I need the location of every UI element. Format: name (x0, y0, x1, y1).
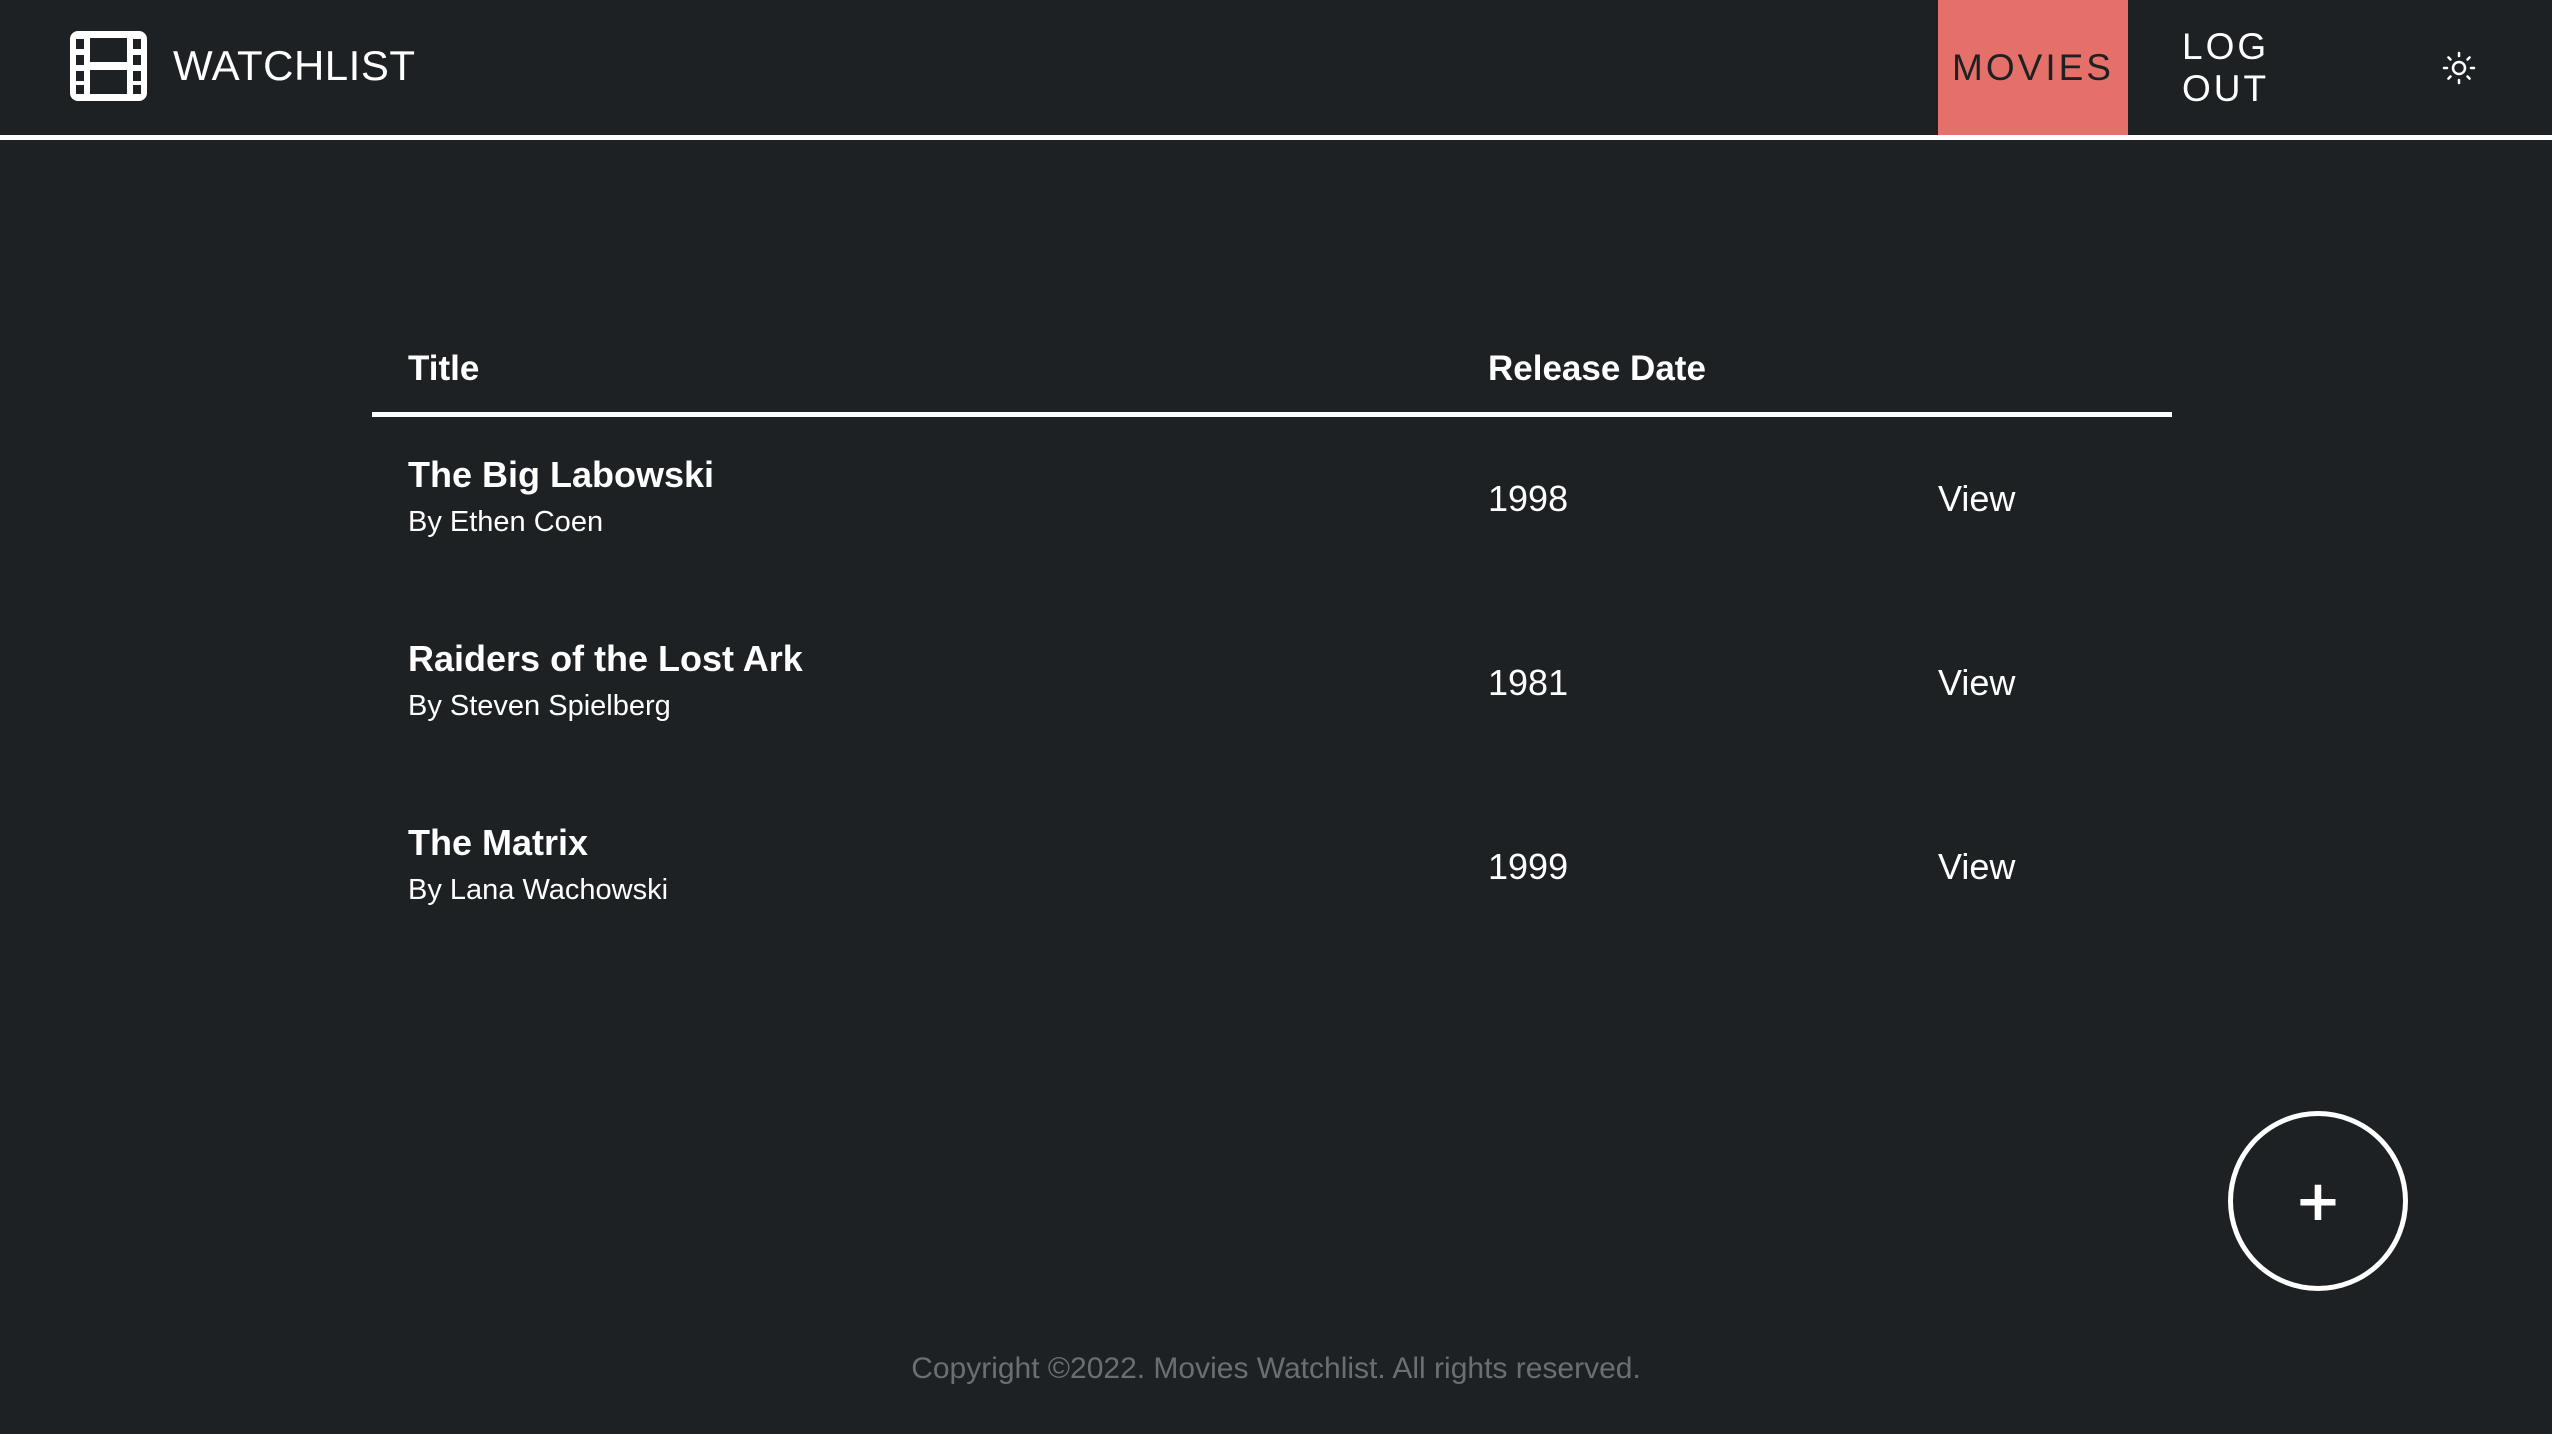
table-row: The Matrix By Lana Wachowski 1999 View (372, 785, 2172, 969)
table-row: The Big Labowski By Ethen Coen 1998 View (372, 417, 2172, 601)
table-header: Title Release Date (372, 330, 2172, 417)
page: WATCHLIST MOVIES LOG OUT Title Release D… (0, 0, 2552, 1434)
view-link[interactable]: View (1938, 477, 2015, 520)
movie-release-year: 1999 (1488, 846, 1569, 887)
footer-copyright: Copyright ©2022. Movies Watchlist. All r… (911, 1352, 1641, 1385)
column-header-title: Title (408, 349, 480, 388)
movie-release-year: 1998 (1488, 478, 1569, 519)
nav-movies[interactable]: MOVIES (1938, 0, 2128, 135)
nav-logout[interactable]: LOG OUT (2162, 0, 2362, 135)
view-link[interactable]: View (1938, 661, 2015, 704)
movie-director: By Steven Spielberg (408, 690, 671, 722)
sun-icon (2442, 51, 2476, 84)
view-link[interactable]: View (1938, 845, 2015, 888)
add-movie-button[interactable]: + (2228, 1111, 2408, 1291)
movies-table: Title Release Date The Big Labowski By E… (372, 330, 2172, 969)
movie-release-year: 1981 (1488, 662, 1569, 703)
main-nav: MOVIES LOG OUT (1938, 0, 2552, 135)
movie-title: Raiders of the Lost Ark (408, 638, 803, 679)
theme-toggle-button[interactable] (2412, 0, 2506, 135)
top-nav-bar: WATCHLIST MOVIES LOG OUT (0, 0, 2552, 140)
logo-link[interactable]: WATCHLIST (70, 30, 416, 102)
column-header-release-date: Release Date (1488, 349, 1706, 388)
movie-director: By Lana Wachowski (408, 874, 669, 906)
movie-title: The Big Labowski (408, 454, 715, 495)
app-title: WATCHLIST (173, 42, 416, 89)
table-row: Raiders of the Lost Ark By Steven Spielb… (372, 601, 2172, 785)
movie-director: By Ethen Coen (408, 506, 604, 538)
movie-title: The Matrix (408, 822, 589, 863)
film-icon (70, 31, 147, 101)
